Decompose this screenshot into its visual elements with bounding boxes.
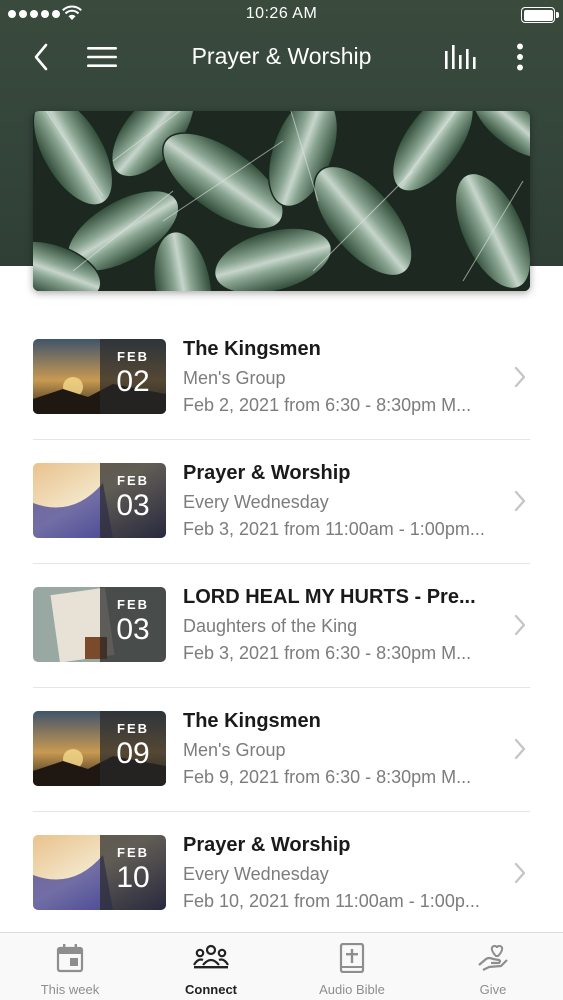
event-month: FEB [117, 845, 149, 860]
bible-icon [339, 943, 365, 973]
tab-label: This week [40, 982, 100, 997]
event-datetime: Feb 10, 2021 from 11:00am - 1:00p... [183, 891, 480, 911]
event-datetime: Feb 9, 2021 from 6:30 - 8:30pm M... [183, 767, 472, 787]
status-bar: 10:26 AM [0, 0, 563, 30]
event-title: LORD HEAL MY HURTS - Pre... [183, 586, 476, 608]
chevron-right-icon [514, 490, 526, 512]
event-list: FEB 02 The Kingsmen Men's Group Feb 2, 2… [33, 316, 530, 936]
chevron-right-icon [514, 366, 526, 388]
event-month: FEB [117, 473, 149, 488]
event-group: Daughters of the King [183, 616, 358, 636]
hand-heart-icon [478, 944, 508, 971]
tab-label: Audio Bible [319, 982, 385, 997]
tab-this-week[interactable]: This week [0, 933, 140, 1000]
status-time: 10:26 AM [245, 5, 318, 22]
chevron-right-icon [514, 862, 526, 884]
event-row[interactable]: FEB 02 The Kingsmen Men's Group Feb 2, 2… [33, 316, 530, 440]
event-thumbnail: FEB 09 [33, 711, 166, 786]
event-thumbnail: FEB 10 [33, 835, 166, 910]
event-title: Prayer & Worship [183, 834, 351, 856]
hero-banner-image [33, 111, 530, 291]
event-thumbnail: FEB 02 [33, 339, 166, 414]
event-date-badge: FEB 03 [100, 463, 166, 538]
event-date-badge: FEB 09 [100, 711, 166, 786]
event-title: The Kingsmen [183, 338, 321, 360]
event-title: The Kingsmen [183, 710, 321, 732]
audio-button[interactable] [443, 40, 477, 74]
calendar-icon [56, 944, 84, 973]
event-datetime: Feb 3, 2021 from 6:30 - 8:30pm M... [183, 643, 472, 663]
chevron-right-icon [514, 614, 526, 636]
chevron-right-icon [514, 738, 526, 760]
event-row[interactable]: FEB 03 Prayer & Worship Every Wednesday … [33, 440, 530, 564]
event-group: Men's Group [183, 368, 286, 388]
tab-give[interactable]: Give [423, 933, 563, 1000]
event-group: Every Wednesday [183, 492, 329, 512]
more-options-button[interactable] [503, 40, 537, 74]
equalizer-icon [445, 45, 476, 69]
event-day: 09 [116, 737, 150, 770]
tab-connect[interactable]: Connect [141, 933, 281, 1000]
event-thumbnail: FEB 03 [33, 463, 166, 538]
more-vertical-icon [517, 43, 523, 71]
event-datetime: Feb 2, 2021 from 6:30 - 8:30pm M... [183, 395, 472, 415]
event-row[interactable]: FEB 10 Prayer & Worship Every Wednesday … [33, 812, 530, 936]
event-date-badge: FEB 10 [100, 835, 166, 910]
battery-icon [521, 7, 559, 23]
event-day: 10 [116, 861, 150, 894]
event-date-badge: FEB 03 [100, 587, 166, 662]
event-day: 02 [116, 365, 150, 398]
people-icon [193, 944, 229, 969]
event-month: FEB [117, 349, 149, 364]
leaves-illustration [33, 111, 530, 291]
tab-bar: This week Connect Audio Bible Give [0, 932, 563, 1000]
event-group: Every Wednesday [183, 864, 329, 884]
event-datetime: Feb 3, 2021 from 11:00am - 1:00pm... [183, 519, 485, 539]
event-group: Men's Group [183, 740, 286, 760]
event-month: FEB [117, 721, 149, 736]
event-thumbnail: FEB 03 [33, 587, 166, 662]
event-day: 03 [116, 489, 150, 522]
page-title: Prayer & Worship [191, 43, 372, 69]
event-month: FEB [117, 597, 149, 612]
event-title: Prayer & Worship [183, 462, 351, 484]
event-date-badge: FEB 02 [100, 339, 166, 414]
event-day: 03 [116, 613, 150, 646]
tab-label: Give [479, 982, 507, 997]
tab-label: Connect [185, 982, 237, 997]
event-row[interactable]: FEB 09 The Kingsmen Men's Group Feb 9, 2… [33, 688, 530, 812]
navigation-bar: Prayer & Worship [0, 32, 563, 82]
tab-audio-bible[interactable]: Audio Bible [282, 933, 422, 1000]
event-row[interactable]: FEB 03 LORD HEAL MY HURTS - Pre... Daugh… [33, 564, 530, 688]
